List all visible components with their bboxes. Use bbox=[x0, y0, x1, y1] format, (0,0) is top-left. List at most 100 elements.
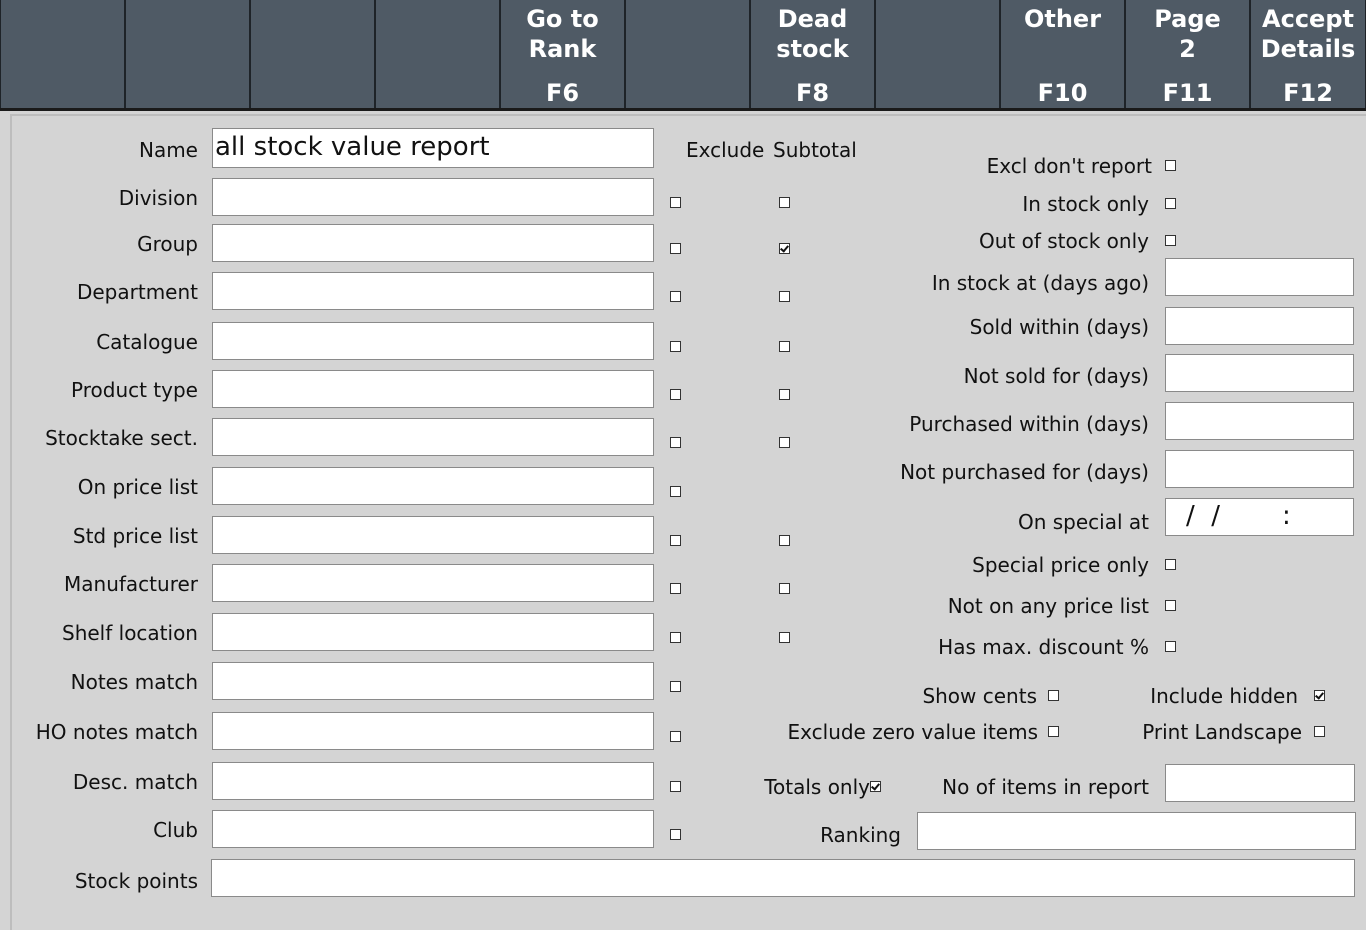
not-on-any-price-list-checkbox[interactable] bbox=[1165, 600, 1176, 611]
stocktake-sect-exclude-checkbox[interactable] bbox=[670, 437, 681, 448]
toolbar-button-11[interactable]: Accept Details F12 bbox=[1250, 0, 1366, 108]
std-price-list-subtotal-checkbox[interactable] bbox=[779, 535, 790, 546]
toolbar-button-key: F10 bbox=[1037, 79, 1088, 107]
ho-notes-match-input[interactable] bbox=[212, 712, 654, 750]
department-subtotal-checkbox[interactable] bbox=[779, 291, 790, 302]
division-label: Division bbox=[118, 186, 198, 210]
manufacturer-label: Manufacturer bbox=[64, 572, 198, 596]
shelf-location-exclude-checkbox[interactable] bbox=[670, 632, 681, 643]
has-max-discount-checkbox[interactable] bbox=[1165, 641, 1176, 652]
in-stock-only-checkbox[interactable] bbox=[1165, 198, 1176, 209]
shelf-location-input[interactable] bbox=[212, 613, 654, 651]
toolbar-button-caption: Page 2 bbox=[1154, 5, 1221, 63]
toolbar-button-5[interactable]: Go to Rank F6 bbox=[500, 0, 625, 108]
not-purchased-for-days-label: Not purchased for (days) bbox=[900, 460, 1149, 484]
std-price-list-exclude-checkbox[interactable] bbox=[670, 535, 681, 546]
catalogue-input[interactable] bbox=[212, 322, 654, 360]
print-landscape-checkbox[interactable] bbox=[1314, 726, 1325, 737]
on-price-list-exclude-checkbox[interactable] bbox=[670, 486, 681, 497]
stock-points-label: Stock points bbox=[74, 869, 198, 893]
ho-notes-match-exclude-checkbox[interactable] bbox=[670, 731, 681, 742]
print-landscape-label: Print Landscape bbox=[1142, 720, 1302, 744]
ranking-input[interactable] bbox=[917, 812, 1356, 850]
division-input[interactable] bbox=[212, 178, 654, 216]
purchased-within-days-input[interactable] bbox=[1165, 402, 1354, 440]
purchased-within-days-label: Purchased within (days) bbox=[909, 412, 1149, 436]
show-cents-label: Show cents bbox=[922, 684, 1037, 708]
product-type-label: Product type bbox=[71, 378, 198, 402]
out-of-stock-only-checkbox[interactable] bbox=[1165, 235, 1176, 246]
not-sold-for-days-input[interactable] bbox=[1165, 354, 1354, 392]
stocktake-sect-label: Stocktake sect. bbox=[45, 426, 198, 450]
subtotal-column-header: Subtotal bbox=[773, 138, 857, 162]
toolbar-button-10[interactable]: Page 2 F11 bbox=[1125, 0, 1250, 108]
group-subtotal-checkbox[interactable] bbox=[779, 243, 790, 254]
ranking-label: Ranking bbox=[820, 823, 901, 847]
toolbar-button-key: F8 bbox=[795, 79, 830, 107]
catalogue-exclude-checkbox[interactable] bbox=[670, 341, 681, 352]
on-price-list-label: On price list bbox=[77, 475, 198, 499]
club-label: Club bbox=[153, 818, 198, 842]
club-exclude-checkbox[interactable] bbox=[670, 829, 681, 840]
stocktake-sect-input[interactable] bbox=[212, 418, 654, 456]
desc-match-input[interactable] bbox=[212, 762, 654, 800]
show-cents-checkbox[interactable] bbox=[1048, 690, 1059, 701]
toolbar-button-key: F11 bbox=[1162, 79, 1213, 107]
division-exclude-checkbox[interactable] bbox=[670, 197, 681, 208]
excl-dont-report-label: Excl don't report bbox=[986, 154, 1152, 178]
toolbar-button-3[interactable] bbox=[250, 0, 375, 108]
desc-match-exclude-checkbox[interactable] bbox=[670, 781, 681, 792]
exclude-zero-value-items-checkbox[interactable] bbox=[1048, 726, 1059, 737]
in-stock-at-days-ago-input[interactable] bbox=[1165, 258, 1354, 296]
toolbar-button-1[interactable] bbox=[0, 0, 125, 108]
catalogue-subtotal-checkbox[interactable] bbox=[779, 341, 790, 352]
no-of-items-in-report-input[interactable] bbox=[1165, 764, 1355, 802]
function-key-toolbar: Go to Rank F6 Dead stock F8 Other F10 Page 2 F1… bbox=[0, 0, 1366, 111]
on-special-at-date-separators: / / bbox=[1186, 501, 1221, 531]
stocktake-sect-subtotal-checkbox[interactable] bbox=[779, 437, 790, 448]
notes-match-input[interactable] bbox=[212, 662, 654, 700]
include-hidden-checkbox[interactable] bbox=[1314, 690, 1325, 701]
toolbar-button-7[interactable]: Dead stock F8 bbox=[750, 0, 875, 108]
manufacturer-exclude-checkbox[interactable] bbox=[670, 583, 681, 594]
special-price-only-checkbox[interactable] bbox=[1165, 559, 1176, 570]
stock-points-input[interactable] bbox=[211, 859, 1355, 897]
toolbar-button-8[interactable] bbox=[875, 0, 1000, 108]
toolbar-button-caption: Accept Details bbox=[1260, 5, 1356, 63]
excl-dont-report-checkbox[interactable] bbox=[1165, 160, 1176, 171]
department-input[interactable] bbox=[212, 272, 654, 310]
toolbar-button-9[interactable]: Other F10 bbox=[1000, 0, 1125, 108]
name-input[interactable]: all stock value report bbox=[212, 128, 654, 168]
toolbar-button-4[interactable] bbox=[375, 0, 500, 108]
manufacturer-input[interactable] bbox=[212, 564, 654, 602]
toolbar-button-2[interactable] bbox=[125, 0, 250, 108]
product-type-input[interactable] bbox=[212, 370, 654, 408]
not-sold-for-days-label: Not sold for (days) bbox=[963, 364, 1149, 388]
toolbar-button-key: F6 bbox=[545, 79, 580, 107]
not-purchased-for-days-input[interactable] bbox=[1165, 450, 1354, 488]
product-type-subtotal-checkbox[interactable] bbox=[779, 389, 790, 400]
toolbar-button-caption: Other bbox=[1023, 5, 1102, 33]
std-price-list-label: Std price list bbox=[72, 524, 198, 548]
group-exclude-checkbox[interactable] bbox=[670, 243, 681, 254]
product-type-exclude-checkbox[interactable] bbox=[670, 389, 681, 400]
on-price-list-input[interactable] bbox=[212, 467, 654, 505]
notes-match-exclude-checkbox[interactable] bbox=[670, 681, 681, 692]
group-input[interactable] bbox=[212, 224, 654, 262]
manufacturer-subtotal-checkbox[interactable] bbox=[779, 583, 790, 594]
on-special-at-input[interactable]: / / : bbox=[1165, 498, 1354, 536]
exclude-column-header: Exclude bbox=[686, 138, 765, 162]
ho-notes-match-label: HO notes match bbox=[35, 720, 198, 744]
sold-within-days-input[interactable] bbox=[1165, 307, 1354, 345]
group-label: Group bbox=[137, 232, 198, 256]
catalogue-label: Catalogue bbox=[96, 330, 198, 354]
std-price-list-input[interactable] bbox=[212, 516, 654, 554]
special-price-only-label: Special price only bbox=[972, 553, 1149, 577]
division-subtotal-checkbox[interactable] bbox=[779, 197, 790, 208]
toolbar-button-6[interactable] bbox=[625, 0, 750, 108]
club-input[interactable] bbox=[212, 810, 654, 848]
shelf-location-subtotal-checkbox[interactable] bbox=[779, 632, 790, 643]
department-exclude-checkbox[interactable] bbox=[670, 291, 681, 302]
exclude-zero-value-items-label: Exclude zero value items bbox=[787, 720, 1038, 744]
totals-only-checkbox[interactable] bbox=[870, 781, 881, 792]
